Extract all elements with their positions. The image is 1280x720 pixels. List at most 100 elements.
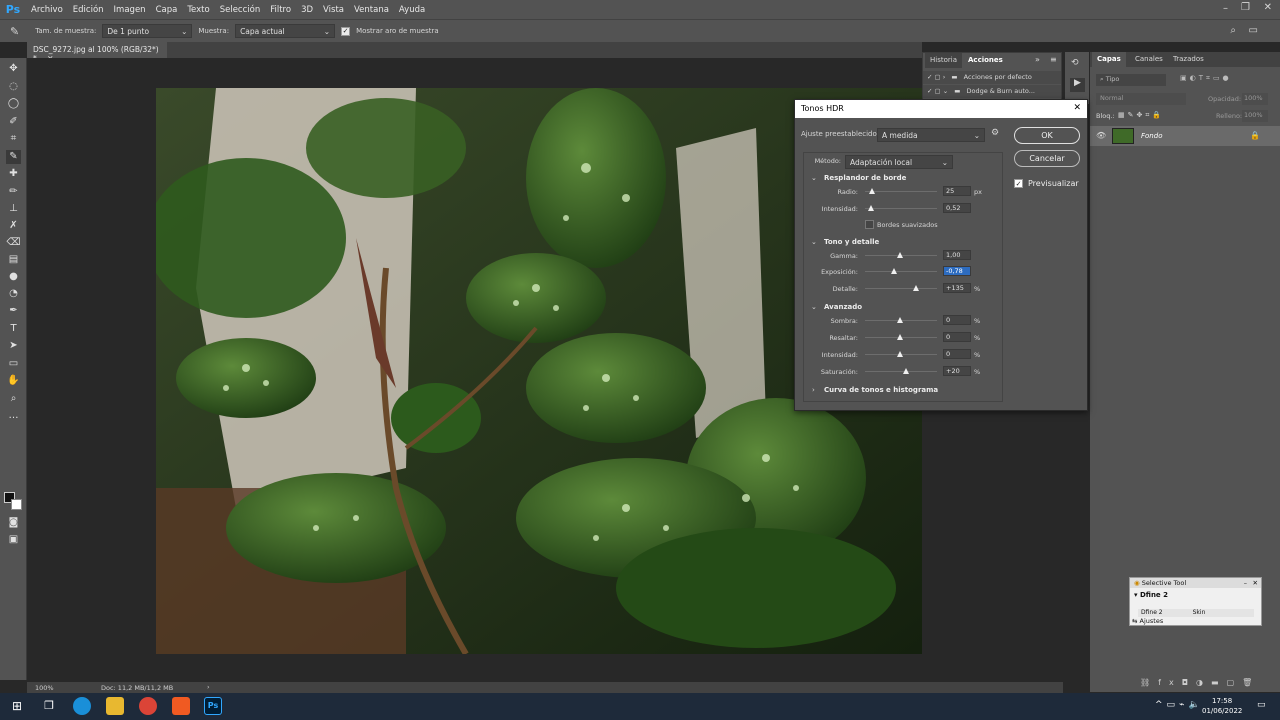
gradient-tool-icon[interactable]: ▤ bbox=[6, 253, 21, 267]
menu-edicion[interactable]: Edición bbox=[68, 5, 109, 15]
layer-row[interactable]: 👁 Fondo 🔒 bbox=[1090, 126, 1280, 146]
quick-select-tool-icon[interactable]: ✐ bbox=[6, 115, 21, 129]
system-tray-icons[interactable]: ^▭⌁🔈 bbox=[1155, 700, 1204, 710]
tab-historia[interactable]: Historia bbox=[925, 53, 962, 68]
radius-input[interactable]: 25 bbox=[943, 186, 971, 196]
chevron-right-icon[interactable]: › bbox=[812, 386, 815, 394]
exposure-slider-thumb[interactable] bbox=[891, 268, 897, 274]
eyedropper-icon[interactable]: ✎ bbox=[10, 25, 19, 38]
stamp-tool-icon[interactable]: ⊥ bbox=[6, 202, 21, 216]
chevron-down-icon[interactable]: ⌄ bbox=[811, 238, 817, 246]
menu-vista[interactable]: Vista bbox=[318, 5, 349, 15]
search-icon[interactable]: ⌕ bbox=[1230, 25, 1236, 36]
strength-input[interactable]: 0,52 bbox=[943, 203, 971, 213]
tab-trazados[interactable]: Trazados bbox=[1168, 52, 1209, 67]
action-set-row[interactable]: ✓ ▢ › ▬ Acciones por defecto bbox=[923, 71, 1061, 84]
strength-slider-thumb[interactable] bbox=[868, 205, 874, 211]
file-explorer-icon[interactable] bbox=[106, 697, 124, 715]
pen-tool-icon[interactable]: ✒ bbox=[6, 304, 21, 318]
tab-capas[interactable]: Capas bbox=[1092, 52, 1126, 67]
method-select[interactable]: Adaptación local ⌄ bbox=[845, 155, 953, 169]
fill-input[interactable]: 100% bbox=[1242, 110, 1268, 122]
layer-actions-icons[interactable]: ⛓fx◘◑▬▢🗑 bbox=[1140, 678, 1260, 687]
menu-imagen[interactable]: Imagen bbox=[109, 5, 151, 15]
zoom-tool-icon[interactable]: ⌕ bbox=[6, 392, 21, 406]
sample-size-select[interactable]: De 1 punto ⌄ bbox=[102, 24, 193, 38]
lasso-tool-icon[interactable]: ◯ bbox=[6, 97, 21, 111]
task-view-icon[interactable]: ❐ bbox=[40, 697, 58, 715]
history-brush-icon[interactable]: ✗ bbox=[6, 219, 21, 233]
dfine-button[interactable]: Dfine 2 bbox=[1141, 609, 1163, 616]
action-set-row[interactable]: ✓ ▢ ⌄ ▬ Dodge & Burn auto... bbox=[923, 85, 1061, 98]
eraser-tool-icon[interactable]: ⌫ bbox=[6, 236, 21, 250]
brush-tool-icon[interactable]: ✏ bbox=[6, 185, 21, 199]
vibrance-slider-thumb[interactable] bbox=[897, 351, 903, 357]
chrome-browser-icon[interactable] bbox=[139, 697, 157, 715]
tab-acciones[interactable]: Acciones bbox=[963, 53, 1008, 68]
maximize-icon[interactable]: ❐ bbox=[1241, 2, 1250, 13]
minimize-icon[interactable]: – bbox=[1223, 3, 1228, 14]
clock-time[interactable]: 17:58 bbox=[1212, 697, 1232, 705]
highlight-slider-thumb[interactable] bbox=[897, 334, 903, 340]
close-icon[interactable]: ✕ bbox=[1073, 103, 1081, 113]
path-select-icon[interactable]: ➤ bbox=[6, 339, 21, 353]
type-tool-icon[interactable]: T bbox=[6, 322, 21, 336]
menu-archivo[interactable]: Archivo bbox=[26, 5, 68, 15]
more-tools-icon[interactable]: … bbox=[6, 409, 21, 423]
layer-filter-icons[interactable]: ▣◐T⌗▭● bbox=[1180, 74, 1232, 83]
cancel-button[interactable]: Cancelar bbox=[1014, 150, 1080, 167]
detail-slider[interactable] bbox=[865, 288, 937, 289]
menu-ayuda[interactable]: Ayuda bbox=[394, 5, 430, 15]
zoom-level[interactable]: 100% bbox=[35, 684, 54, 692]
opacity-input[interactable]: 100% bbox=[1242, 93, 1268, 105]
dodge-tool-icon[interactable]: ◔ bbox=[6, 287, 21, 301]
photoshop-taskbar-icon[interactable]: Ps bbox=[204, 697, 222, 715]
layer-filter-select[interactable]: ⌕ Tipo bbox=[1096, 74, 1166, 86]
minimize-icon[interactable]: – bbox=[1244, 579, 1247, 587]
exposure-input[interactable]: -0,78 bbox=[943, 266, 971, 276]
sample-select[interactable]: Capa actual ⌄ bbox=[235, 24, 336, 38]
section-curve[interactable]: Curva de tonos e histograma bbox=[824, 386, 938, 394]
brave-browser-icon[interactable] bbox=[172, 697, 190, 715]
check-icon[interactable]: ✓ ▢ ⌄ bbox=[927, 87, 948, 95]
screen-mode-icon[interactable]: ▣ bbox=[6, 533, 21, 547]
menu-filtro[interactable]: Filtro bbox=[265, 5, 296, 15]
saturation-slider-thumb[interactable] bbox=[903, 368, 909, 374]
chevron-right-icon[interactable]: › bbox=[207, 683, 210, 691]
gamma-slider-thumb[interactable] bbox=[897, 252, 903, 258]
show-ring-checkbox[interactable]: ✓ bbox=[341, 26, 351, 36]
menu-ventana[interactable]: Ventana bbox=[349, 5, 394, 15]
ok-button[interactable]: OK bbox=[1014, 127, 1080, 144]
check-icon[interactable]: ✓ ▢ › bbox=[927, 73, 945, 81]
detail-slider-thumb[interactable] bbox=[913, 285, 919, 291]
saturation-input[interactable]: +20 bbox=[943, 366, 971, 376]
windows-start-icon[interactable]: ⊞ bbox=[8, 697, 26, 715]
blur-tool-icon[interactable]: ● bbox=[6, 270, 21, 284]
gamma-input[interactable]: 1,00 bbox=[943, 250, 971, 260]
close-icon[interactable]: ✕ bbox=[1253, 579, 1258, 587]
quick-mask-icon[interactable]: ◙ bbox=[6, 516, 21, 530]
preview-checkbox[interactable]: ✓ bbox=[1014, 179, 1023, 188]
history-icon[interactable]: ⟲ bbox=[1071, 58, 1079, 68]
exposure-slider[interactable] bbox=[865, 271, 937, 272]
preset-select[interactable]: A medida ⌄ bbox=[877, 128, 985, 142]
skin-button[interactable]: Skin bbox=[1193, 609, 1206, 616]
background-color-swatch[interactable] bbox=[11, 499, 22, 510]
chevron-down-icon[interactable]: ⌄ bbox=[811, 174, 817, 182]
layer-name[interactable]: Fondo bbox=[1141, 132, 1162, 140]
clock-date[interactable]: 01/06/2022 bbox=[1202, 707, 1242, 715]
workspace-icon[interactable]: ▭ bbox=[1249, 25, 1258, 36]
menu-capa[interactable]: Capa bbox=[151, 5, 183, 15]
crop-tool-icon[interactable]: ⌗ bbox=[6, 132, 21, 146]
edge-browser-icon[interactable] bbox=[73, 697, 91, 715]
menu-seleccion[interactable]: Selección bbox=[215, 5, 266, 15]
vibrance-input[interactable]: 0 bbox=[943, 349, 971, 359]
notifications-icon[interactable]: ▭ bbox=[1257, 700, 1266, 710]
strength-slider[interactable] bbox=[865, 208, 937, 209]
blend-mode-select[interactable]: Normal bbox=[1096, 93, 1186, 105]
lock-icons[interactable]: ▦✎✥⌗🔒 bbox=[1118, 111, 1164, 120]
gear-icon[interactable]: ⚙ bbox=[991, 128, 999, 138]
chevron-down-icon[interactable]: ⌄ bbox=[811, 303, 817, 311]
menu-texto[interactable]: Texto bbox=[182, 5, 214, 15]
shadow-slider-thumb[interactable] bbox=[897, 317, 903, 323]
